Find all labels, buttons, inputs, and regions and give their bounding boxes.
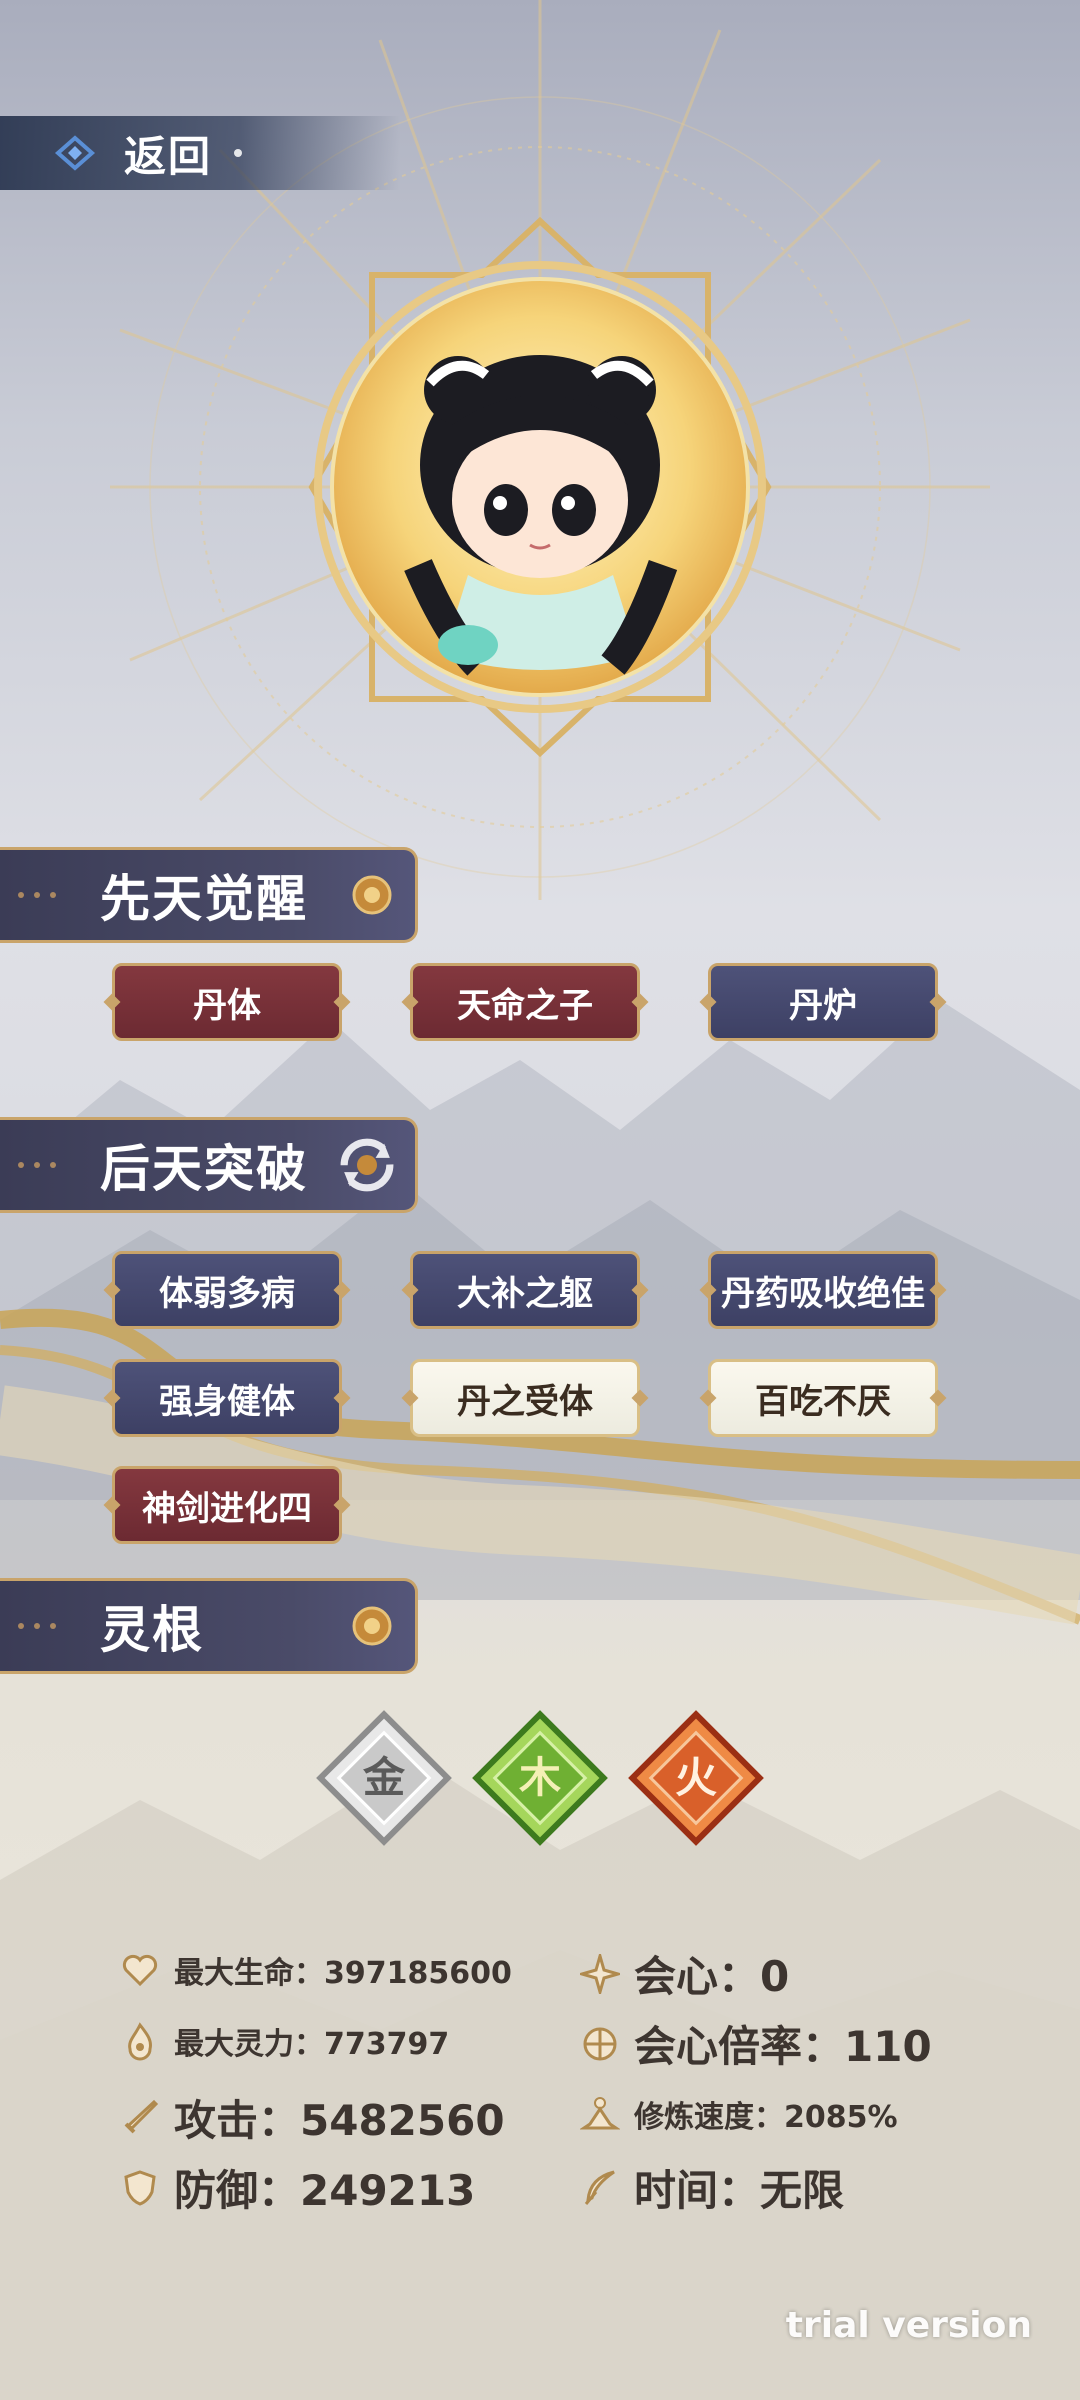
spirit-root-banner: 灵根 [0,1578,418,1674]
wood-element-icon[interactable]: 木 [470,1708,610,1848]
stat-value: 最大生命：397185600 [174,1956,512,1991]
trait-tag[interactable]: 体弱多病 [112,1251,342,1329]
trait-tag[interactable]: 百吃不厌 [708,1359,938,1437]
trait-label: 丹药吸收绝佳 [721,1273,925,1314]
trait-tag[interactable]: 天命之子 [410,963,640,1041]
trait-label: 丹炉 [789,985,857,1026]
orb-icon [352,1606,392,1646]
stat-crit: 会心：0 [580,1943,789,2004]
back-label: 返回 [124,131,213,181]
trait-tag[interactable]: 丹炉 [708,963,938,1041]
trait-tag[interactable]: 大补之躯 [410,1251,640,1329]
trait-label: 强身健体 [159,1381,295,1422]
back-button[interactable]: 返回 [0,116,400,190]
shield-icon [124,2169,156,2206]
orb-icon [352,875,392,915]
acquired-breakthrough-title: 后天突破 [100,1140,308,1198]
trait-tag[interactable]: 神剑进化四 [112,1466,342,1544]
crit-circle-icon [583,2027,617,2060]
trait-tag[interactable]: 丹药吸收绝佳 [708,1251,938,1329]
trait-tag[interactable]: 强身健体 [112,1359,342,1437]
stat-cultivation-speed: 修炼速度：2085% [580,2092,898,2136]
refresh-icon[interactable] [337,1135,397,1195]
trait-label: 大补之躯 [457,1273,593,1314]
trait-label: 体弱多病 [159,1273,295,1314]
banner-dots [18,1623,56,1629]
element-glyph: 金 [362,1753,406,1802]
stat-attack: 攻击：5482560 [120,2087,505,2148]
spirit-root-title: 灵根 [100,1601,204,1659]
stat-value: 会心：0 [634,1952,790,2001]
stat-value: 会心倍率：110 [634,2022,932,2071]
stat-value: 攻击：5482560 [174,2096,505,2145]
character-avatar [308,216,772,758]
stat-defense: 防御：249213 [120,2157,475,2218]
stat-max-hp: 最大生命：397185600 [120,1948,512,1992]
spirit-flame-icon [128,2022,152,2061]
stat-value: 时间：无限 [634,2166,845,2215]
element-glyph: 木 [519,1753,561,1802]
stat-value: 修炼速度：2085% [634,2100,898,2135]
back-dot-ornament [234,149,243,157]
stat-crit-multiplier: 会心倍率：110 [580,2013,932,2074]
innate-awakening-banner: 先天觉醒 [0,847,418,943]
trait-label: 丹之受体 [457,1381,593,1422]
banner-dots [18,892,56,898]
trait-label: 神剑进化四 [142,1488,312,1529]
trait-tag[interactable]: 丹体 [112,963,342,1041]
trait-label: 天命之子 [457,985,593,1026]
meditation-icon [580,2097,620,2130]
trait-label: 百吃不厌 [755,1381,891,1422]
stat-time: 时间：无限 [580,2157,844,2218]
trait-tag[interactable]: 丹之受体 [410,1359,640,1437]
metal-element-icon[interactable]: 金 [314,1708,454,1848]
trait-label: 丹体 [193,985,261,1026]
banner-dots [18,1162,56,1168]
feather-icon [584,2170,615,2205]
acquired-breakthrough-banner: 后天突破 [0,1117,418,1213]
fire-element-icon[interactable]: 火 [626,1708,766,1848]
watermark-text: trial version [785,2305,1032,2346]
character-figure [404,355,678,676]
back-arrow-icon [54,135,96,171]
burst-icon [580,1953,620,1994]
innate-awakening-title: 先天觉醒 [100,870,308,928]
stat-value: 防御：249213 [174,2166,476,2215]
heart-icon [122,1954,158,1987]
stat-value: 最大灵力：773797 [174,2027,450,2062]
stat-max-spirit: 最大灵力：773797 [120,2019,449,2063]
sword-icon [124,2099,159,2133]
element-glyph: 火 [675,1753,717,1802]
